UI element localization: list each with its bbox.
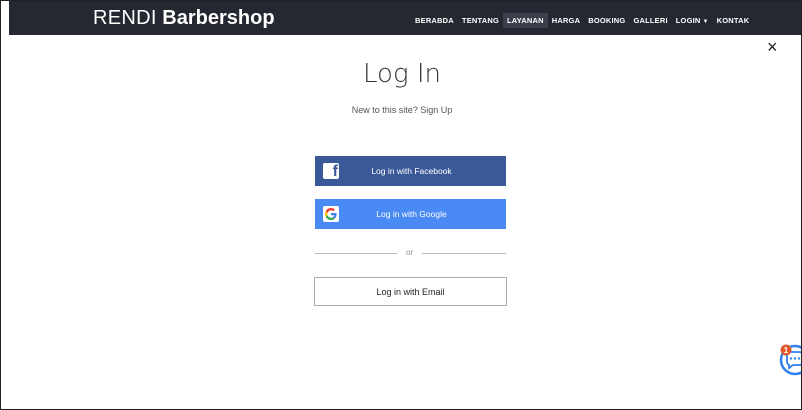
- divider-left: [315, 253, 397, 254]
- nav-item-kontak[interactable]: KONTAK: [713, 13, 754, 28]
- brand-name-part2: Barbershop: [162, 7, 275, 29]
- nav-item-login-label: LOGIN: [675, 15, 701, 25]
- signup-link[interactable]: Sign Up: [420, 105, 452, 115]
- brand-name-part1: RENDI: [93, 7, 157, 29]
- nav-item-galleri[interactable]: GALLERI: [629, 13, 671, 28]
- divider-right: [422, 253, 506, 254]
- dialog-subtitle: New to this site? Sign Up: [1, 105, 801, 115]
- nav-item-login[interactable]: LOGIN ▼: [672, 13, 713, 28]
- nav-menu: BERABDA TENTANG LAYANAN HARGA BOOKING GA…: [411, 12, 753, 28]
- dialog-title: Log In: [363, 59, 441, 89]
- nav-item-layanan[interactable]: LAYANAN: [503, 12, 548, 28]
- facebook-icon-wrap: f: [321, 161, 341, 181]
- close-icon[interactable]: ×: [767, 37, 778, 57]
- google-login-label: Log in with Google: [376, 209, 447, 219]
- nav-item-booking[interactable]: BOOKING: [584, 13, 629, 28]
- nav-item-harga[interactable]: HARGA: [548, 13, 585, 28]
- chevron-down-icon: ▼: [702, 18, 709, 25]
- site-logo[interactable]: RENDI Barbershop: [93, 5, 275, 31]
- chat-bubble-icon: 1: [779, 344, 801, 376]
- chat-badge-count: 1: [784, 346, 789, 355]
- google-icon-wrap: [321, 204, 341, 224]
- email-login-button[interactable]: Log in with Email: [314, 277, 507, 306]
- facebook-icon: f: [323, 163, 339, 179]
- nav-item-berabda[interactable]: BERABDA: [411, 13, 458, 28]
- subtitle-text: New to this site?: [351, 105, 418, 115]
- nav-item-tentang[interactable]: TENTANG: [458, 13, 503, 28]
- page-frame: RENDI Barbershop BERABDA TENTANG LAYANAN…: [0, 0, 802, 410]
- google-icon: [323, 206, 339, 222]
- navbar: RENDI Barbershop BERABDA TENTANG LAYANAN…: [9, 1, 801, 35]
- divider-or-text: or: [405, 248, 414, 257]
- chat-widget-button[interactable]: 1: [778, 343, 801, 377]
- google-login-button[interactable]: Log in with Google: [315, 199, 506, 229]
- facebook-login-label: Log in with Facebook: [371, 166, 452, 176]
- facebook-login-button[interactable]: f Log in with Facebook: [315, 156, 506, 186]
